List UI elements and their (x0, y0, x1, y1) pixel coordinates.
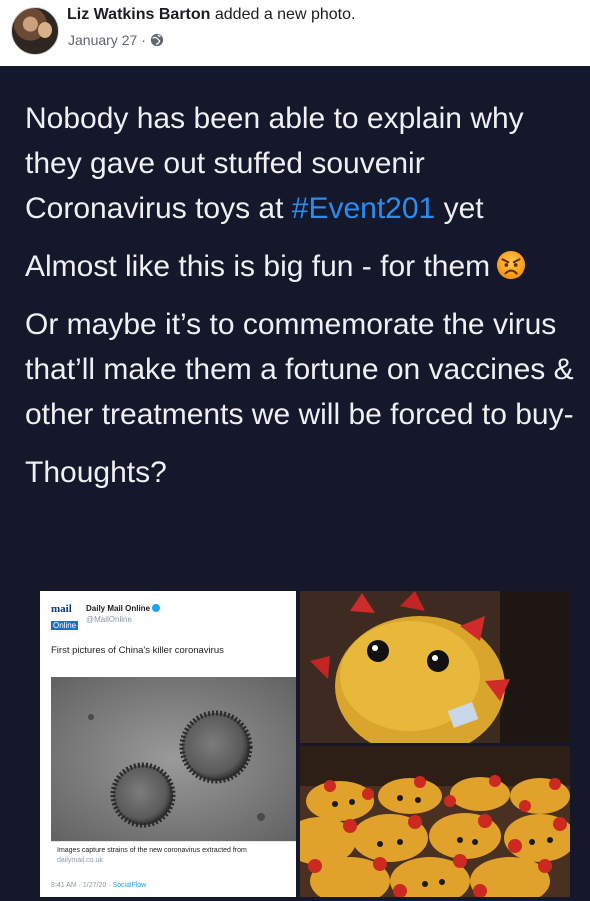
link-title: Images capture strains of the new corona… (57, 847, 247, 854)
tweet-timestamp: 8:41 AM · 1/27/20 · (51, 882, 113, 889)
paragraph-2-text: Almost like this is big fun - for them (25, 250, 491, 283)
tweet-link-preview[interactable]: Images capture strains of the new corona… (51, 841, 296, 871)
microscope-image (51, 677, 296, 841)
post-header: Liz Watkins Barton added a new photo. Ja… (0, 0, 590, 66)
verified-icon (152, 604, 161, 612)
globe-icon[interactable] (150, 33, 164, 47)
logo-online-text: Online (51, 621, 79, 630)
logo-mail-text: mail (51, 603, 72, 615)
daily-mail-logo: mail Online (51, 603, 81, 630)
post-meta: January 27 · (68, 32, 164, 48)
tweet-footer: 8:41 AM · 1/27/20 · SocialFlow (51, 882, 146, 889)
author-name[interactable]: Liz Watkins Barton (67, 6, 210, 23)
text-paragraph-1: Nobody has been able to explain why they… (25, 96, 575, 231)
plush-pile-photo[interactable] (300, 746, 570, 897)
post-body: Nobody has been able to explain why they… (0, 66, 590, 901)
post-text: Nobody has been able to explain why they… (25, 96, 575, 508)
paragraph-1-end: yet (435, 192, 484, 225)
hashtag-link[interactable]: #Event201 (292, 192, 435, 225)
virus-micrograph (51, 677, 296, 841)
plush-toy-photo[interactable] (300, 591, 570, 743)
plush-toy-pile (300, 746, 570, 897)
tweet-text: First pictures of China's killer coronav… (51, 645, 224, 656)
plush-toy-closeup (300, 591, 570, 743)
post-date[interactable]: January 27 (68, 32, 137, 48)
author-line: Liz Watkins Barton added a new photo. (67, 6, 355, 24)
tweet-author-name: Daily Mail Online (86, 604, 151, 613)
tweet-source: SocialFlow (112, 882, 147, 889)
tweet-screenshot[interactable]: mail Online Daily Mail Online @MailOnlin… (40, 591, 296, 897)
text-paragraph-3: Or maybe it’s to commemorate the virus t… (25, 308, 574, 431)
text-paragraph-4: Thoughts? (25, 456, 167, 489)
author-action: added a new photo. (214, 6, 356, 23)
avatar[interactable] (11, 7, 59, 55)
photo-collage[interactable]: mail Online Daily Mail Online @MailOnlin… (40, 591, 570, 897)
tweet-handle: @MailOnline (86, 615, 132, 624)
link-domain: dailymail.co.uk (57, 857, 103, 864)
angry-face-icon (497, 250, 526, 280)
meta-separator: · (141, 32, 146, 48)
tweet-author: Daily Mail Online (86, 604, 161, 613)
text-paragraph-2: Almost like this is big fun - for them (25, 244, 575, 289)
avatar-detail (38, 22, 52, 38)
